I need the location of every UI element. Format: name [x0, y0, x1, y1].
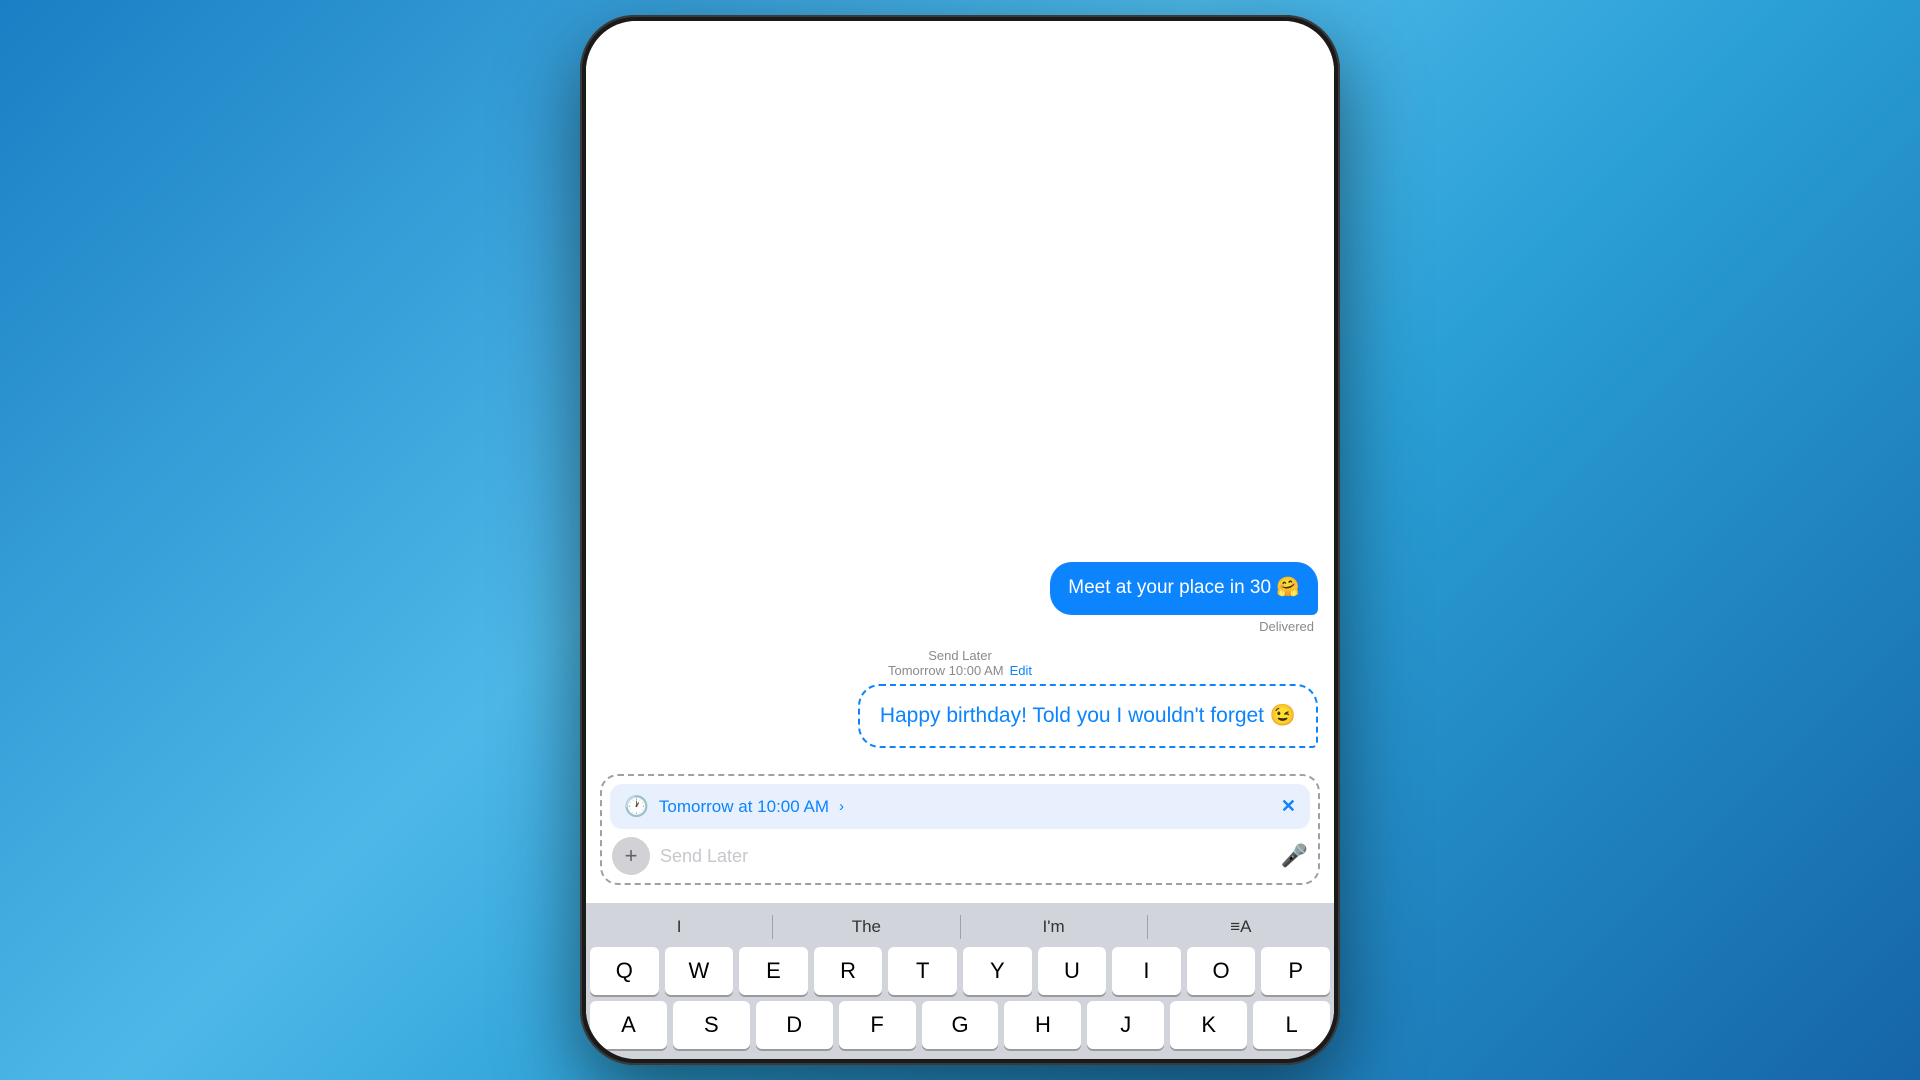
- key-i[interactable]: I: [1112, 947, 1181, 995]
- schedule-bar-left: 🕐 Tomorrow at 10:00 AM ›: [624, 794, 844, 819]
- chevron-icon: ›: [839, 798, 844, 815]
- messages-area: Meet at your place in 30 🤗 Delivered Sen…: [586, 21, 1334, 764]
- key-t[interactable]: T: [888, 947, 957, 995]
- input-area: 🕐 Tomorrow at 10:00 AM › ✕ + 🎤: [586, 764, 1334, 903]
- suggestion-the[interactable]: The: [773, 915, 959, 939]
- key-l[interactable]: L: [1253, 1001, 1330, 1049]
- keyboard-row-1: Q W E R T Y U I O P: [586, 947, 1334, 1001]
- scheduled-message-container: Happy birthday! Told you I wouldn't forg…: [602, 684, 1318, 748]
- suggestion-font[interactable]: ≡A: [1148, 915, 1334, 939]
- sent-bubble: Meet at your place in 30 🤗: [1050, 562, 1318, 615]
- suggestion-i[interactable]: I: [586, 915, 772, 939]
- screen: Meet at your place in 30 🤗 Delivered Sen…: [586, 21, 1334, 1059]
- send-later-time-row: Tomorrow 10:00 AM Edit: [888, 663, 1032, 678]
- plus-icon: +: [625, 845, 638, 867]
- key-r[interactable]: R: [814, 947, 883, 995]
- key-g[interactable]: G: [922, 1001, 999, 1049]
- scheduled-bubble: Happy birthday! Told you I wouldn't forg…: [858, 684, 1318, 748]
- schedule-time-text: Tomorrow at 10:00 AM: [659, 797, 829, 817]
- send-later-label: Send Later: [928, 648, 992, 663]
- key-o[interactable]: O: [1187, 947, 1256, 995]
- key-h[interactable]: H: [1004, 1001, 1081, 1049]
- phone-frame: Meet at your place in 30 🤗 Delivered Sen…: [580, 15, 1340, 1065]
- key-p[interactable]: P: [1261, 947, 1330, 995]
- send-later-section: Send Later Tomorrow 10:00 AM Edit: [602, 648, 1318, 678]
- schedule-close-button[interactable]: ✕: [1281, 796, 1296, 817]
- delivered-status: Delivered: [1259, 619, 1314, 634]
- sent-message-text: Meet at your place in 30 🤗: [1068, 577, 1300, 598]
- key-a[interactable]: A: [590, 1001, 667, 1049]
- send-later-time-text: Tomorrow 10:00 AM: [888, 663, 1004, 678]
- key-f[interactable]: F: [839, 1001, 916, 1049]
- scheduled-message-text: Happy birthday! Told you I wouldn't forg…: [880, 704, 1296, 727]
- key-j[interactable]: J: [1087, 1001, 1164, 1049]
- keyboard: I The I'm ≡A Q W E R T Y U I: [586, 903, 1334, 1059]
- message-input[interactable]: [660, 842, 1271, 871]
- keyboard-suggestions: I The I'm ≡A: [586, 911, 1334, 947]
- keyboard-row-2: A S D F G H J K L: [586, 1001, 1334, 1055]
- suggestion-im[interactable]: I'm: [961, 915, 1147, 939]
- sent-message-container: Meet at your place in 30 🤗 Delivered: [602, 562, 1318, 634]
- key-e[interactable]: E: [739, 947, 808, 995]
- key-y[interactable]: Y: [963, 947, 1032, 995]
- plus-button[interactable]: +: [612, 837, 650, 875]
- key-s[interactable]: S: [673, 1001, 750, 1049]
- send-later-edit-button[interactable]: Edit: [1010, 663, 1032, 678]
- key-u[interactable]: U: [1038, 947, 1107, 995]
- schedule-bar-wrapper: 🕐 Tomorrow at 10:00 AM › ✕ + 🎤: [600, 774, 1320, 885]
- key-q[interactable]: Q: [590, 947, 659, 995]
- text-input-wrapper: [660, 842, 1271, 871]
- schedule-bar[interactable]: 🕐 Tomorrow at 10:00 AM › ✕: [610, 784, 1310, 829]
- clock-icon: 🕐: [624, 794, 649, 819]
- microphone-icon[interactable]: 🎤: [1281, 843, 1308, 869]
- input-row: + 🎤: [610, 837, 1310, 875]
- key-w[interactable]: W: [665, 947, 734, 995]
- key-k[interactable]: K: [1170, 1001, 1247, 1049]
- keyboard-rows-wrapper: Q W E R T Y U I O P A S D F G: [586, 947, 1334, 1055]
- key-d[interactable]: D: [756, 1001, 833, 1049]
